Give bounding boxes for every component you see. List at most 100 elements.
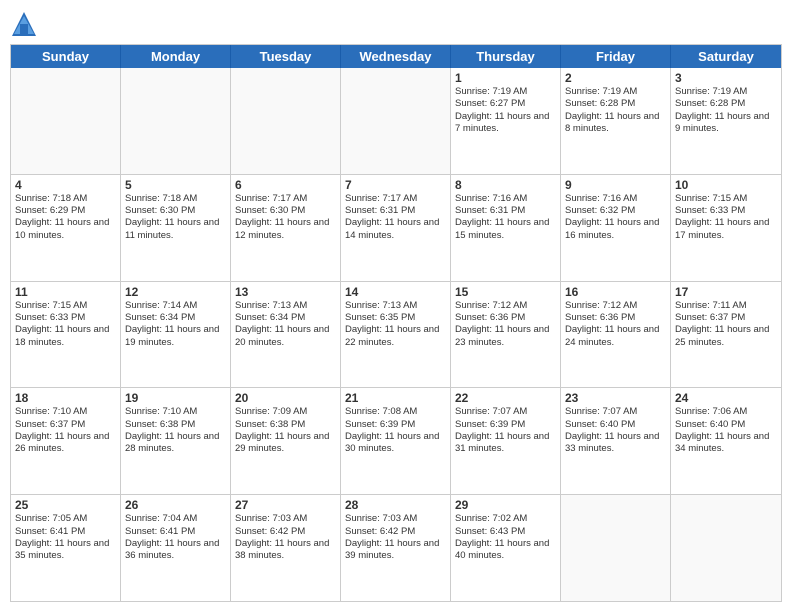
calendar: SundayMondayTuesdayWednesdayThursdayFrid…: [10, 44, 782, 602]
day-number: 24: [675, 391, 777, 405]
calendar-cell: 7Sunrise: 7:17 AMSunset: 6:31 PMDaylight…: [341, 175, 451, 281]
day-info: Sunrise: 7:13 AMSunset: 6:35 PMDaylight:…: [345, 300, 446, 349]
day-info: Sunrise: 7:05 AMSunset: 6:41 PMDaylight:…: [15, 513, 116, 562]
calendar-cell: 10Sunrise: 7:15 AMSunset: 6:33 PMDayligh…: [671, 175, 781, 281]
day-info: Sunrise: 7:13 AMSunset: 6:34 PMDaylight:…: [235, 300, 336, 349]
calendar-cell: 29Sunrise: 7:02 AMSunset: 6:43 PMDayligh…: [451, 495, 561, 601]
day-number: 4: [15, 178, 116, 192]
day-info: Sunrise: 7:11 AMSunset: 6:37 PMDaylight:…: [675, 300, 777, 349]
calendar-cell: 11Sunrise: 7:15 AMSunset: 6:33 PMDayligh…: [11, 282, 121, 388]
calendar-cell: [341, 68, 451, 174]
day-number: 18: [15, 391, 116, 405]
day-info: Sunrise: 7:06 AMSunset: 6:40 PMDaylight:…: [675, 406, 777, 455]
day-info: Sunrise: 7:10 AMSunset: 6:37 PMDaylight:…: [15, 406, 116, 455]
day-info: Sunrise: 7:10 AMSunset: 6:38 PMDaylight:…: [125, 406, 226, 455]
calendar-header-day: Saturday: [671, 45, 781, 68]
day-number: 2: [565, 71, 666, 85]
calendar-cell: [561, 495, 671, 601]
calendar-cell: [121, 68, 231, 174]
calendar-cell: 25Sunrise: 7:05 AMSunset: 6:41 PMDayligh…: [11, 495, 121, 601]
calendar-body: 1Sunrise: 7:19 AMSunset: 6:27 PMDaylight…: [11, 68, 781, 601]
day-info: Sunrise: 7:18 AMSunset: 6:30 PMDaylight:…: [125, 193, 226, 242]
day-info: Sunrise: 7:15 AMSunset: 6:33 PMDaylight:…: [15, 300, 116, 349]
calendar-cell: 20Sunrise: 7:09 AMSunset: 6:38 PMDayligh…: [231, 388, 341, 494]
day-info: Sunrise: 7:19 AMSunset: 6:27 PMDaylight:…: [455, 86, 556, 135]
day-number: 25: [15, 498, 116, 512]
day-info: Sunrise: 7:02 AMSunset: 6:43 PMDaylight:…: [455, 513, 556, 562]
day-number: 7: [345, 178, 446, 192]
calendar-cell: 9Sunrise: 7:16 AMSunset: 6:32 PMDaylight…: [561, 175, 671, 281]
day-info: Sunrise: 7:08 AMSunset: 6:39 PMDaylight:…: [345, 406, 446, 455]
day-number: 16: [565, 285, 666, 299]
day-number: 23: [565, 391, 666, 405]
day-number: 8: [455, 178, 556, 192]
day-info: Sunrise: 7:09 AMSunset: 6:38 PMDaylight:…: [235, 406, 336, 455]
day-info: Sunrise: 7:16 AMSunset: 6:31 PMDaylight:…: [455, 193, 556, 242]
calendar-cell: 21Sunrise: 7:08 AMSunset: 6:39 PMDayligh…: [341, 388, 451, 494]
day-number: 19: [125, 391, 226, 405]
day-number: 17: [675, 285, 777, 299]
day-number: 3: [675, 71, 777, 85]
logo-icon: [10, 10, 38, 38]
calendar-header-day: Thursday: [451, 45, 561, 68]
logo: [10, 10, 42, 38]
day-info: Sunrise: 7:14 AMSunset: 6:34 PMDaylight:…: [125, 300, 226, 349]
calendar-header: SundayMondayTuesdayWednesdayThursdayFrid…: [11, 45, 781, 68]
calendar-cell: 23Sunrise: 7:07 AMSunset: 6:40 PMDayligh…: [561, 388, 671, 494]
calendar-cell: 19Sunrise: 7:10 AMSunset: 6:38 PMDayligh…: [121, 388, 231, 494]
calendar-row: 4Sunrise: 7:18 AMSunset: 6:29 PMDaylight…: [11, 175, 781, 282]
day-number: 28: [345, 498, 446, 512]
calendar-cell: 18Sunrise: 7:10 AMSunset: 6:37 PMDayligh…: [11, 388, 121, 494]
calendar-cell: 14Sunrise: 7:13 AMSunset: 6:35 PMDayligh…: [341, 282, 451, 388]
page: SundayMondayTuesdayWednesdayThursdayFrid…: [0, 0, 792, 612]
day-number: 6: [235, 178, 336, 192]
day-info: Sunrise: 7:03 AMSunset: 6:42 PMDaylight:…: [235, 513, 336, 562]
day-info: Sunrise: 7:07 AMSunset: 6:40 PMDaylight:…: [565, 406, 666, 455]
calendar-cell: 12Sunrise: 7:14 AMSunset: 6:34 PMDayligh…: [121, 282, 231, 388]
calendar-cell: 27Sunrise: 7:03 AMSunset: 6:42 PMDayligh…: [231, 495, 341, 601]
day-number: 9: [565, 178, 666, 192]
day-info: Sunrise: 7:19 AMSunset: 6:28 PMDaylight:…: [675, 86, 777, 135]
day-number: 27: [235, 498, 336, 512]
calendar-header-day: Tuesday: [231, 45, 341, 68]
day-info: Sunrise: 7:18 AMSunset: 6:29 PMDaylight:…: [15, 193, 116, 242]
calendar-header-day: Monday: [121, 45, 231, 68]
calendar-cell: 2Sunrise: 7:19 AMSunset: 6:28 PMDaylight…: [561, 68, 671, 174]
day-info: Sunrise: 7:16 AMSunset: 6:32 PMDaylight:…: [565, 193, 666, 242]
day-info: Sunrise: 7:17 AMSunset: 6:31 PMDaylight:…: [345, 193, 446, 242]
day-info: Sunrise: 7:15 AMSunset: 6:33 PMDaylight:…: [675, 193, 777, 242]
calendar-header-day: Sunday: [11, 45, 121, 68]
day-number: 22: [455, 391, 556, 405]
calendar-cell: 24Sunrise: 7:06 AMSunset: 6:40 PMDayligh…: [671, 388, 781, 494]
day-number: 15: [455, 285, 556, 299]
calendar-cell: 1Sunrise: 7:19 AMSunset: 6:27 PMDaylight…: [451, 68, 561, 174]
day-number: 14: [345, 285, 446, 299]
calendar-cell: 8Sunrise: 7:16 AMSunset: 6:31 PMDaylight…: [451, 175, 561, 281]
calendar-cell: 26Sunrise: 7:04 AMSunset: 6:41 PMDayligh…: [121, 495, 231, 601]
calendar-cell: [11, 68, 121, 174]
calendar-row: 18Sunrise: 7:10 AMSunset: 6:37 PMDayligh…: [11, 388, 781, 495]
day-number: 10: [675, 178, 777, 192]
calendar-cell: 28Sunrise: 7:03 AMSunset: 6:42 PMDayligh…: [341, 495, 451, 601]
day-info: Sunrise: 7:12 AMSunset: 6:36 PMDaylight:…: [455, 300, 556, 349]
calendar-header-day: Wednesday: [341, 45, 451, 68]
calendar-cell: 6Sunrise: 7:17 AMSunset: 6:30 PMDaylight…: [231, 175, 341, 281]
calendar-cell: 5Sunrise: 7:18 AMSunset: 6:30 PMDaylight…: [121, 175, 231, 281]
day-info: Sunrise: 7:19 AMSunset: 6:28 PMDaylight:…: [565, 86, 666, 135]
day-number: 11: [15, 285, 116, 299]
calendar-header-day: Friday: [561, 45, 671, 68]
day-number: 12: [125, 285, 226, 299]
header: [10, 10, 782, 38]
day-number: 1: [455, 71, 556, 85]
calendar-row: 25Sunrise: 7:05 AMSunset: 6:41 PMDayligh…: [11, 495, 781, 601]
day-number: 20: [235, 391, 336, 405]
calendar-cell: [671, 495, 781, 601]
day-info: Sunrise: 7:17 AMSunset: 6:30 PMDaylight:…: [235, 193, 336, 242]
calendar-cell: 22Sunrise: 7:07 AMSunset: 6:39 PMDayligh…: [451, 388, 561, 494]
calendar-cell: 16Sunrise: 7:12 AMSunset: 6:36 PMDayligh…: [561, 282, 671, 388]
day-number: 13: [235, 285, 336, 299]
day-number: 21: [345, 391, 446, 405]
day-info: Sunrise: 7:03 AMSunset: 6:42 PMDaylight:…: [345, 513, 446, 562]
calendar-row: 11Sunrise: 7:15 AMSunset: 6:33 PMDayligh…: [11, 282, 781, 389]
day-info: Sunrise: 7:12 AMSunset: 6:36 PMDaylight:…: [565, 300, 666, 349]
